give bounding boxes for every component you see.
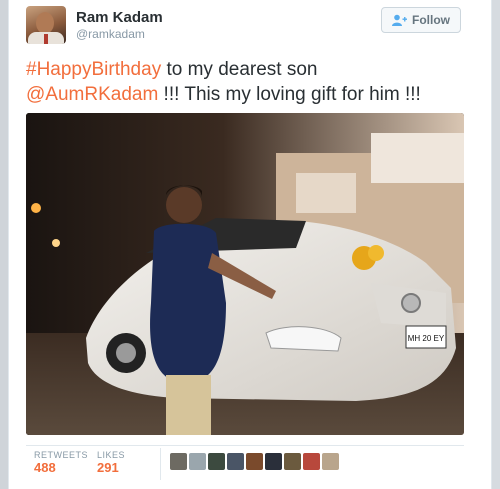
liker-avatar-8[interactable] — [303, 453, 320, 470]
liker-avatar-2[interactable] — [189, 453, 206, 470]
building-balcony — [371, 133, 464, 183]
liker-avatar-9[interactable] — [322, 453, 339, 470]
user-avatar[interactable] — [26, 6, 66, 44]
tweet-text-part-2: !!! This my loving gift for him !!! — [158, 84, 421, 105]
user-handle[interactable]: @ramkadam — [76, 27, 145, 41]
stats-vertical-separator — [160, 448, 161, 480]
car-plate-text: MH 20 EY — [408, 334, 445, 343]
tweet-photo-illustration: MH 20 EY — [26, 113, 464, 435]
boy-trousers — [166, 375, 211, 435]
stats-divider — [26, 445, 464, 446]
retweets-label: RETWEETS — [34, 450, 89, 460]
hashtag-link[interactable]: #HappyBirthday — [26, 59, 161, 80]
tweet-text: #HappyBirthday to my dearest son @AumRKad… — [26, 57, 476, 107]
tweet-text-part-1: to my dearest son — [161, 59, 318, 80]
liker-avatar-5[interactable] — [246, 453, 263, 470]
boy-head — [166, 187, 202, 223]
liker-avatar-6[interactable] — [265, 453, 282, 470]
liker-avatar-7[interactable] — [284, 453, 301, 470]
avatar-tie — [44, 34, 48, 44]
follow-button-label: Follow — [412, 13, 450, 27]
follow-button[interactable]: Follow — [381, 7, 461, 33]
building-window — [296, 173, 356, 213]
street-light — [31, 203, 41, 213]
boy-shirt — [150, 223, 226, 383]
liker-avatar-1[interactable] — [170, 453, 187, 470]
background-edge-left — [0, 0, 8, 489]
liker-avatars — [170, 453, 339, 470]
retweets-count[interactable]: 488 — [34, 460, 56, 475]
liker-avatar-3[interactable] — [208, 453, 225, 470]
street-light-2 — [52, 239, 60, 247]
follow-person-plus-icon — [392, 14, 407, 26]
avatar-face — [36, 12, 54, 34]
user-display-name[interactable]: Ram Kadam — [76, 9, 163, 26]
liker-avatar-4[interactable] — [227, 453, 244, 470]
car-logo — [401, 293, 421, 313]
gift-bow-loop — [368, 245, 384, 261]
mention-link[interactable]: @AumRKadam — [26, 84, 158, 105]
likes-count[interactable]: 291 — [97, 460, 119, 475]
tweet-photo[interactable]: MH 20 EY — [26, 113, 464, 435]
car-front-rim — [116, 343, 136, 363]
likes-label: LIKES — [97, 450, 126, 460]
